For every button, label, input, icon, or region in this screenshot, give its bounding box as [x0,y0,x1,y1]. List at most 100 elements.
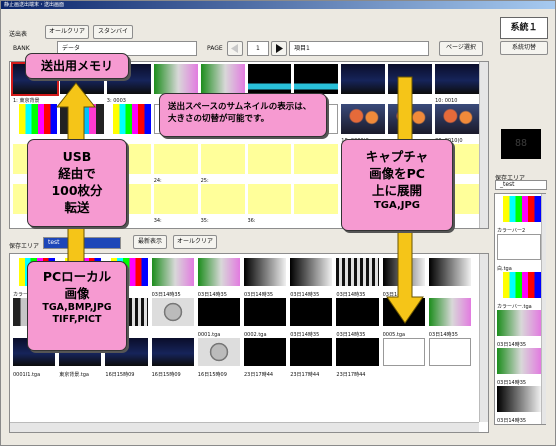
right-list: カラーバー2 白.tga カラーバー.tga 03日14時35 03日14時35 03日1… [497,196,541,424]
send-slot-thumbnail [341,104,386,134]
storage-item[interactable] [428,258,471,298]
local-image-callout-title: PCローカル 画像 [42,269,112,301]
right-list-thumbnail [497,272,541,298]
send-slot-thumbnail [200,144,245,174]
storage-thumbnail [290,258,333,286]
storage-item[interactable] [428,338,471,378]
storage-thumbnail [382,338,425,366]
right-list-caption: カラーバー2 [497,228,526,234]
storage-thumbnail [244,298,287,326]
storage-item[interactable]: 0001.tga [197,298,240,338]
send-slot-item[interactable]: 20: 0010(0 [435,104,479,144]
right-scrollbar[interactable] [541,194,546,424]
page-next-button[interactable] [271,41,287,56]
triangle-left-icon [231,44,238,53]
send-slot-thumbnail [13,104,57,134]
send-slot-thumbnail [341,64,386,94]
send-slot-item[interactable] [13,104,57,144]
storage-item[interactable] [151,298,194,338]
send-slot-thumbnail [153,144,198,174]
storage-item[interactable]: 03日14時35 [336,298,379,338]
send-slot-thumbnail [153,64,198,94]
send-slot-item[interactable]: 10: 0010 [435,64,479,104]
send-scrollbar[interactable] [479,62,488,228]
storage-caption: 03日14時35 [290,292,320,298]
storage-caption: 03日14時35 [197,292,227,298]
send-slot-thumbnail [435,104,479,134]
storage-item[interactable]: 03日14時35 [428,298,471,338]
right-list-caption: 03日14時35 [497,418,527,424]
system-indicator: 系統１ [500,17,548,39]
capture-callout: キャプチャ 画像をPC 上に展開 TGA,JPG [341,139,453,231]
storage-all-clear-button[interactable]: オールクリア [173,235,217,249]
send-all-clear-button[interactable]: オールクリア [45,25,89,39]
send-slot-caption: 35: [200,218,209,224]
right-list-item[interactable]: 03日14時35 [497,310,541,348]
storage-item[interactable]: 16日15時09 [197,338,240,378]
send-slot-thumbnail [247,144,292,174]
window-title: 静止画送出端末・送出画面 [1,1,555,9]
storage-item[interactable]: 03日14時35 [336,258,379,298]
storage-hscrollbar[interactable] [10,422,479,432]
storage-thumbnail [244,258,287,286]
local-image-callout: PCローカル 画像 TGA,BMP,JPG TIFF,PICT [27,261,127,351]
storage-label: 保存エリア [9,243,40,250]
right-storage-select[interactable]: _test [495,180,547,190]
send-slot-thumbnail [294,184,339,214]
send-slot-item[interactable]: 35: [200,184,245,224]
refresh-button[interactable]: 最新表示 [133,235,167,249]
right-list-item[interactable]: 03日14時35 [497,386,541,424]
send-slot-thumbnail [435,64,479,94]
storage-thumbnail [151,258,194,286]
storage-item[interactable]: 03日14時35 [290,298,333,338]
right-list-item[interactable]: 白.tga [497,234,541,272]
storage-thumbnail [336,338,379,366]
storage-item[interactable]: 16日15時09 [151,338,194,378]
counter-display: 88 [501,129,541,159]
send-slot-item[interactable]: 25: [200,144,245,184]
right-list-item[interactable]: カラーバー.tga [497,272,541,310]
send-slot-item[interactable]: 18: 0009(0 [341,104,386,144]
send-slot-caption: 36: [247,218,256,224]
send-table-label: 送出表 [9,31,28,38]
storage-thumbnail [197,298,240,326]
storage-item[interactable]: 03日14時35 [244,258,287,298]
storage-thumbnail [428,298,471,326]
storage-item[interactable]: 0002.tga [244,298,287,338]
storage-item[interactable]: 23日17時44 [290,338,333,378]
storage-caption: 03日14時35 [336,292,366,298]
storage-item[interactable] [382,338,425,378]
storage-item[interactable]: 23日17時44 [336,338,379,378]
storage-caption: 東京背景.tga [59,372,89,378]
storage-caption: 03日14時35 [336,332,366,338]
send-slot-item[interactable] [294,144,339,184]
send-slot-caption: 1: 東京背景 [13,98,40,104]
send-slot-item[interactable] [341,64,386,104]
right-list-item[interactable]: カラーバー2 [497,196,541,234]
page-prev-button[interactable] [227,41,243,56]
storage-item[interactable]: 03日14時35 [151,258,194,298]
storage-item[interactable]: 03日14時35 [197,258,240,298]
system-switch-button[interactable]: 系統切替 [500,41,548,55]
page-title-field[interactable]: 項目1 [289,41,429,56]
storage-caption: 23日17時44 [336,372,366,378]
page-number-field[interactable]: 1 [247,41,269,56]
send-slot-item[interactable]: 36: [247,184,292,224]
right-list-thumbnail [497,234,541,260]
send-slot-thumbnail [247,64,292,94]
storage-thumbnail [428,338,471,366]
send-slot-item[interactable] [294,184,339,224]
send-slot-item[interactable] [247,144,292,184]
send-slot-item[interactable] [106,104,151,144]
right-list-item[interactable]: 03日14時35 [497,348,541,386]
send-slot-item[interactable]: 24: [153,144,198,184]
triangle-right-icon [276,44,283,53]
right-list-thumbnail [497,348,541,374]
storage-item[interactable]: 03日14時35 [290,258,333,298]
storage-thumbnail [290,298,333,326]
storage-vscrollbar[interactable] [479,254,488,422]
send-slot-item[interactable]: 34: [153,184,198,224]
storage-item[interactable]: 23日17時44 [244,338,287,378]
page-select-button[interactable]: ページ選択 [439,41,483,56]
standby-button[interactable]: スタンバイ [93,25,133,39]
